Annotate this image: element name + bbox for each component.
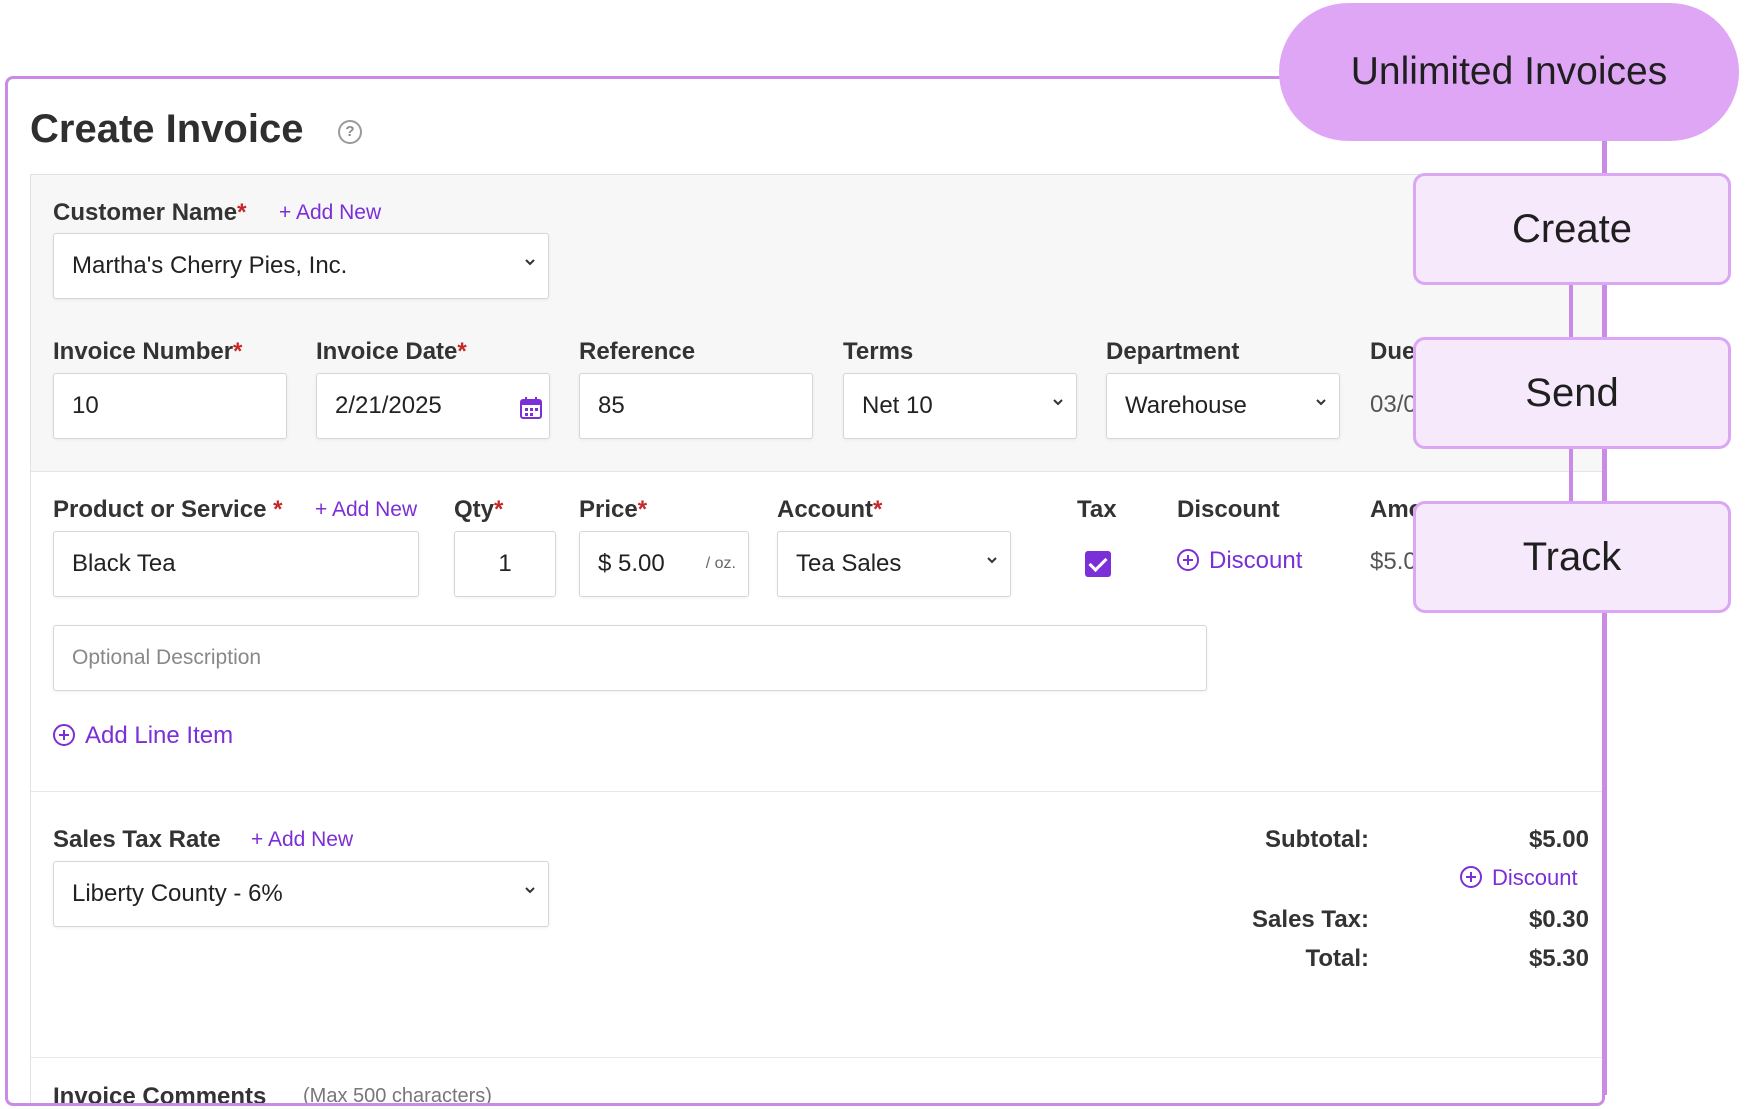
price-currency: $	[598, 550, 612, 577]
subtotal-label: Subtotal:	[1265, 826, 1369, 853]
section-divider	[31, 791, 1602, 792]
customer-add-new-link[interactable]: + Add New	[279, 201, 381, 225]
plus-circle-icon	[53, 724, 75, 746]
price-value: 5.00	[618, 550, 665, 577]
qty-label: Qty*	[454, 496, 504, 523]
line-discount-link[interactable]: Discount	[1177, 547, 1302, 575]
description-input[interactable]: Optional Description	[53, 625, 1207, 691]
due-date-label: Due	[1370, 338, 1416, 365]
add-line-item-link[interactable]: Add Line Item	[53, 722, 233, 750]
invoice-date-label: Invoice Date*	[316, 338, 467, 365]
chevron-down-icon	[525, 259, 535, 266]
unlimited-invoices-badge: Unlimited Invoices	[1279, 3, 1739, 141]
invoice-comments-hint: (Max 500 characters)	[303, 1085, 492, 1106]
price-label: Price*	[579, 496, 648, 523]
terms-label: Terms	[843, 338, 914, 365]
product-value: Black Tea	[72, 550, 176, 577]
department-select[interactable]: Warehouse	[1106, 373, 1340, 439]
terms-select[interactable]: Net 10	[843, 373, 1077, 439]
section-divider	[31, 1057, 1602, 1058]
product-label: Product or Service *	[53, 496, 283, 523]
reference-value: 85	[598, 392, 625, 419]
step-send: Send	[1413, 337, 1731, 449]
description-placeholder: Optional Description	[72, 646, 262, 669]
customer-name-label: Customer Name*	[53, 199, 247, 226]
customer-select[interactable]: Martha's Cherry Pies, Inc.	[53, 233, 549, 299]
customer-select-value: Martha's Cherry Pies, Inc.	[72, 252, 348, 279]
account-label: Account*	[777, 496, 883, 523]
invoice-form: Customer Name* + Add New Martha's Cherry…	[30, 174, 1602, 1106]
tax-label: Tax	[1077, 496, 1117, 523]
invoice-number-label: Invoice Number*	[53, 338, 243, 365]
sales-tax-add-new-link[interactable]: + Add New	[251, 828, 353, 852]
sales-tax-value: Liberty County - 6%	[72, 880, 283, 907]
price-input[interactable]: $ 5.00 / oz.	[579, 531, 749, 597]
callout-connector	[1569, 444, 1573, 504]
invoice-screenshot: Create Invoice ? Customer Name* + Add Ne…	[0, 0, 1746, 1109]
department-value: Warehouse	[1125, 392, 1247, 419]
chevron-down-icon	[987, 557, 997, 564]
invoice-number-input[interactable]: 10	[53, 373, 287, 439]
sales-tax-total-label: Sales Tax:	[1252, 906, 1369, 933]
calendar-icon[interactable]	[519, 396, 543, 420]
chevron-down-icon	[525, 887, 535, 894]
sales-tax-rate-label: Sales Tax Rate	[53, 826, 221, 853]
discount-label: Discount	[1177, 496, 1280, 523]
plus-circle-icon	[1460, 866, 1482, 888]
invoice-window: Create Invoice ? Customer Name* + Add Ne…	[5, 76, 1605, 1106]
total-value: $5.30	[1528, 945, 1589, 972]
question-circle-icon[interactable]: ?	[338, 120, 362, 144]
chevron-down-icon	[1316, 399, 1326, 406]
reference-label: Reference	[579, 338, 696, 365]
product-input[interactable]: Black Tea	[53, 531, 419, 597]
department-label: Department	[1106, 338, 1240, 365]
total-label: Total:	[1305, 945, 1369, 972]
invoice-date-input[interactable]: 2/21/2025	[316, 373, 550, 439]
page-title: Create Invoice	[30, 107, 304, 151]
account-select[interactable]: Tea Sales	[777, 531, 1011, 597]
price-unit: / oz.	[705, 555, 736, 572]
sales-tax-select[interactable]: Liberty County - 6%	[53, 861, 549, 927]
invoice-number-value: 10	[72, 392, 99, 419]
plus-circle-icon	[1177, 549, 1199, 571]
terms-value: Net 10	[862, 392, 933, 419]
amount-value: $5.0	[1370, 548, 1417, 575]
sales-tax-total-value: $0.30	[1528, 906, 1589, 933]
account-value: Tea Sales	[796, 550, 902, 577]
qty-input[interactable]: 1	[454, 531, 556, 597]
step-track: Track	[1413, 501, 1731, 613]
invoice-date-value: 2/21/2025	[335, 392, 442, 419]
due-date-value: 03/0	[1370, 391, 1417, 418]
subtotal-value: $5.00	[1528, 826, 1589, 853]
reference-input[interactable]: 85	[579, 373, 813, 439]
total-discount-link[interactable]: Discount	[1460, 865, 1578, 891]
product-add-new-link[interactable]: + Add New	[315, 498, 417, 522]
callout-connector	[1569, 280, 1573, 340]
step-create: Create	[1413, 173, 1731, 285]
invoice-comments-label: Invoice Comments	[53, 1083, 267, 1106]
chevron-down-icon	[1053, 399, 1063, 406]
qty-value: 1	[498, 550, 512, 577]
tax-checkbox[interactable]	[1085, 551, 1111, 577]
